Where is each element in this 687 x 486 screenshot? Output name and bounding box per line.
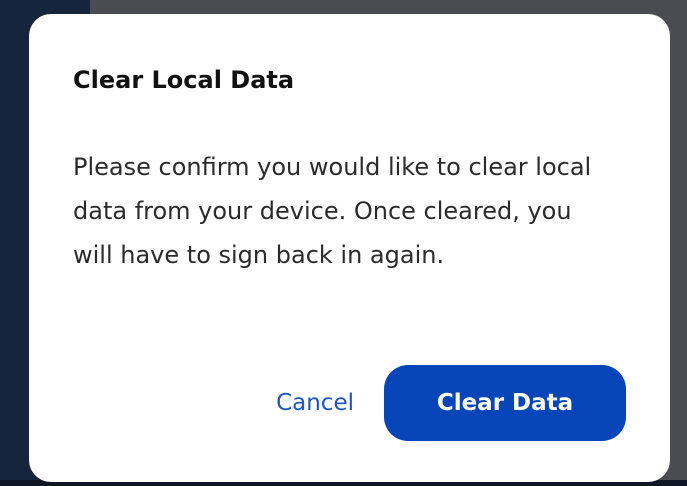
dialog-message: Please confirm you would like to clear l… [73, 153, 592, 269]
dialog-actions: Cancel Clear Data [276, 365, 626, 441]
dialog-title: Clear Local Data [73, 66, 295, 94]
clear-local-data-dialog: Clear Local Data Please confirm you woul… [29, 14, 670, 482]
cancel-button[interactable]: Cancel [276, 382, 354, 424]
clear-data-button[interactable]: Clear Data [384, 365, 626, 441]
